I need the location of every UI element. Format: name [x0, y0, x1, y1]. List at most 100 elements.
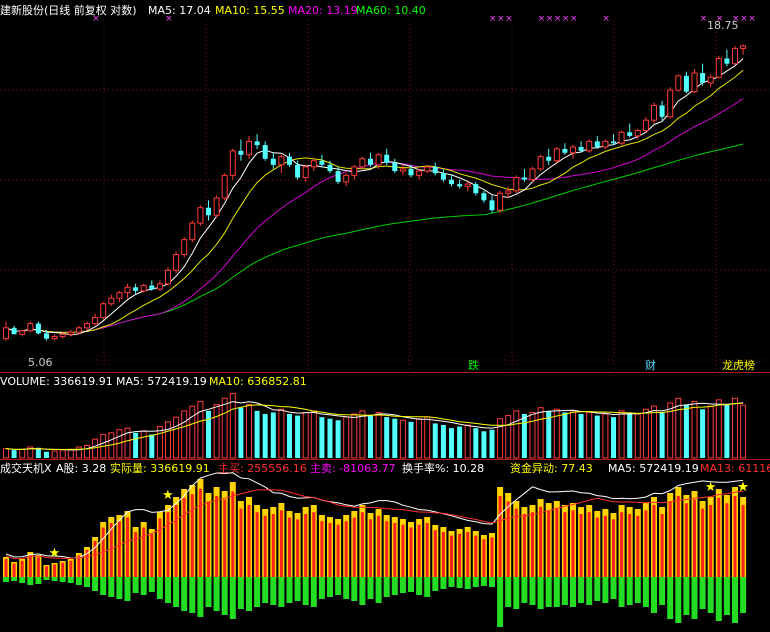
candle-body-down [384, 154, 390, 163]
main-buy-core-bar [61, 562, 65, 577]
volume-bar-up [310, 410, 317, 459]
capital-ma5-value: MA5: 572419.19 [608, 462, 699, 475]
candle-body-down [659, 105, 665, 117]
volume-bar-up [691, 400, 698, 459]
main-buy-core-bar [117, 521, 121, 577]
volume-bar-up [675, 397, 682, 459]
candle-body-up [221, 174, 228, 199]
candle-body-up [667, 89, 674, 118]
main-sell-bar [675, 577, 682, 623]
ma60-label: MA60: 10.40 [356, 4, 426, 17]
main-sell-bar [578, 577, 585, 603]
volume-bar-up [165, 421, 171, 459]
main-buy-core-bar [174, 505, 178, 577]
main-sell-bar [11, 577, 18, 581]
main-buy-core-bar [644, 510, 648, 577]
main-sell-bar [197, 577, 204, 617]
candle-body-down [392, 162, 398, 172]
main-sell-bar [618, 577, 625, 607]
candle-body-down [238, 150, 244, 155]
main-buy-core-bar [628, 514, 632, 577]
volume-bar-up [740, 404, 747, 459]
candle-body-down [546, 156, 552, 161]
candle-body-down [457, 184, 463, 187]
candle-body-up [278, 156, 285, 166]
main-sell-bar [626, 577, 633, 605]
main-buy-core-bar [344, 521, 348, 577]
candle-body-down [594, 141, 600, 148]
candle-body-up [181, 239, 188, 255]
candle-body-up [707, 76, 714, 84]
main-buy-core-bar [288, 517, 291, 577]
volume-bar-down [594, 415, 600, 458]
volume-bar-down [521, 414, 527, 458]
candle-body-up [497, 192, 504, 211]
candle-body-up [375, 154, 382, 166]
main-buy-core-bar [717, 497, 721, 577]
capital-indicator-name: 成交天机X [0, 461, 52, 475]
candle-body-up [246, 140, 252, 156]
main-sell-bar [173, 577, 180, 607]
signal-marker: × [562, 14, 570, 24]
candle-body-down [724, 58, 730, 64]
main-buy-core-bar [247, 505, 251, 577]
volume-bar-up [92, 438, 99, 459]
volume-ma10-label: MA10: 636852.81 [209, 375, 307, 388]
main-buy-core-bar [547, 510, 551, 577]
main-buy-core-bar [733, 496, 737, 577]
candle-body-down [11, 327, 17, 335]
main-sell-bar [586, 577, 593, 605]
event-label-dragon-tiger: 龙虎榜 [722, 358, 755, 372]
main-sell-bar [489, 577, 495, 587]
main-sell-bar [424, 577, 431, 597]
volume-label: VOLUME: 336619.91 [0, 375, 113, 388]
main-buy-core-bar [514, 508, 518, 577]
volume-bar-down [449, 428, 454, 458]
main-buy-core-bar [296, 519, 300, 577]
main-sell-bar [246, 577, 252, 611]
signal-marker: × [748, 14, 756, 24]
candle-body-up [229, 150, 236, 176]
main-buy-core-bar [239, 508, 243, 577]
signal-marker: × [570, 14, 578, 24]
anomaly-star-icon: ★ [737, 480, 749, 495]
candle-body-up [302, 166, 309, 178]
volume-bar-down [35, 447, 41, 458]
candle-body-up [140, 285, 147, 292]
main-sell-bar [391, 577, 398, 595]
main-sell-bar [75, 577, 82, 585]
volume-bar-down [683, 404, 689, 458]
volume-bar-down [206, 410, 211, 458]
main-sell-bar [335, 577, 342, 595]
candle-body-down [683, 75, 689, 92]
volume-bar-up [59, 449, 66, 459]
volume-bar-down [627, 412, 633, 458]
volume-bar-down [659, 412, 665, 458]
signal-marker: × [165, 14, 173, 24]
volume-bar-up [505, 415, 512, 459]
main-buy-core-bar [4, 559, 8, 577]
candle-body-up [715, 57, 722, 78]
main-sell-bar [570, 577, 576, 607]
signal-marker: × [505, 14, 513, 24]
volume-bar-up [602, 413, 609, 459]
signal-marker: × [538, 14, 546, 24]
main-sell-bar [659, 577, 666, 605]
main-sell-bar [100, 577, 107, 595]
main-buy-core-bar [539, 506, 543, 577]
main-buy-core-bar [352, 517, 356, 577]
main-buy-core-bar [45, 566, 48, 577]
main-sell-bar [318, 577, 325, 599]
volume-bar-up [497, 418, 504, 459]
candle-body-up [424, 166, 431, 172]
main-sell-bar [327, 577, 333, 597]
main-sell-bar [124, 577, 131, 601]
main-buy-core-bar [77, 555, 81, 577]
event-label-drop: 跌 [468, 358, 479, 372]
main-sell-bar [51, 577, 58, 581]
main-buy-core-bar [401, 524, 405, 577]
main-sell-bar [610, 577, 617, 599]
main-buy-core-bar [636, 515, 640, 577]
volume-bar-down [700, 409, 706, 458]
candle-body-up [732, 47, 738, 65]
